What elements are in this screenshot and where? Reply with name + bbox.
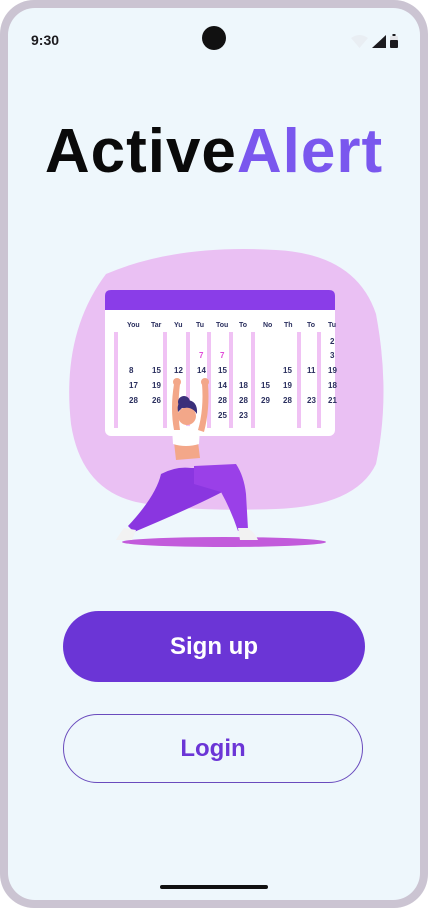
signup-button[interactable]: Sign up — [63, 611, 365, 682]
cal-header-7: No — [263, 322, 272, 329]
cal-num: 28 — [129, 396, 138, 405]
cal-header-4: Tu — [196, 322, 204, 329]
wifi-icon — [351, 35, 368, 48]
cal-num: 19 — [328, 366, 337, 375]
cal-header-3: Yu — [174, 322, 183, 329]
cal-num: 29 — [261, 396, 270, 405]
cal-num: 28 — [283, 396, 292, 405]
app-screen: 9:30 ActiveAlert You Tar Yu Tu Tou To No… — [8, 8, 420, 900]
cal-num: 19 — [152, 381, 161, 390]
cal-num: 18 — [328, 381, 337, 390]
calendar-graphic: You Tar Yu Tu Tou To No Th To Tu 2 3 8 1… — [105, 290, 337, 436]
cal-num: 15 — [283, 366, 292, 375]
cal-num: 28 — [239, 396, 248, 405]
cal-num: 2 — [330, 337, 335, 346]
status-time: 9:30 — [31, 32, 60, 48]
cal-num: 18 — [239, 381, 248, 390]
cal-num: 25 — [218, 411, 227, 420]
system-icons — [351, 34, 398, 48]
cal-num: 17 — [129, 381, 138, 390]
cal-num-highlight: 7 — [220, 351, 225, 360]
cal-num: 12 — [174, 366, 183, 375]
cal-num: 15 — [152, 366, 161, 375]
cal-header-2: Tar — [151, 322, 162, 329]
login-button[interactable]: Login — [63, 714, 363, 783]
floor-shadow — [122, 537, 326, 547]
device-frame: 9:30 ActiveAlert You Tar Yu Tu Tou To No… — [0, 0, 428, 908]
cal-num: 15 — [261, 381, 270, 390]
cal-num: 11 — [307, 366, 316, 375]
cal-num: 21 — [328, 396, 337, 405]
battery-icon — [390, 34, 398, 48]
cal-num: 14 — [218, 381, 227, 390]
home-indicator[interactable] — [160, 885, 268, 889]
cal-num: 8 — [129, 366, 134, 375]
camera-cutout — [202, 26, 226, 50]
app-title-part2: Alert — [236, 117, 384, 186]
cal-header-5: Tou — [216, 322, 228, 329]
cal-num: 28 — [218, 396, 227, 405]
cal-num: 23 — [307, 396, 316, 405]
app-title: ActiveAlert — [8, 116, 420, 187]
cal-header-1: You — [127, 322, 140, 329]
cal-num: 14 — [197, 366, 206, 375]
cal-num: 26 — [152, 396, 161, 405]
cal-header-10: Tu — [328, 322, 336, 329]
cal-num: 15 — [218, 366, 227, 375]
cal-num: 3 — [330, 351, 335, 360]
cal-num-highlight: 7 — [199, 351, 204, 360]
app-title-part1: Active — [44, 117, 237, 186]
cal-header-9: To — [307, 322, 315, 329]
cal-num: 23 — [239, 411, 248, 420]
hero-illustration: You Tar Yu Tu Tou To No Th To Tu 2 3 8 1… — [69, 249, 384, 547]
cal-header-8: Th — [284, 322, 293, 329]
status-bar: 9:30 — [8, 8, 420, 58]
cellular-signal-icon — [372, 35, 386, 48]
cal-num: 19 — [283, 381, 292, 390]
cal-header-6: To — [239, 322, 247, 329]
